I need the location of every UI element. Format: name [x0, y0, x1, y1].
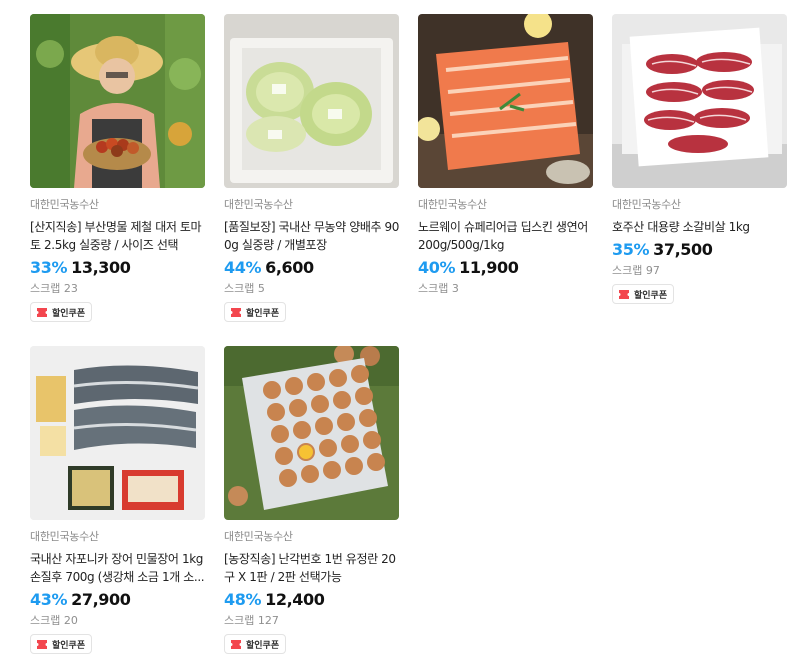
seller-name: 대한민국농수산	[30, 198, 99, 211]
price: 13,300	[71, 258, 131, 277]
coupon-badge[interactable]: 할인쿠폰	[224, 634, 287, 654]
price-row: 43% 27,900	[30, 589, 205, 611]
price: 27,900	[71, 590, 131, 609]
product-card[interactable]: 대한민국농수산 국내산 자포니카 장어 민물장어 1kg 손질후 700g (생…	[30, 346, 205, 654]
coupon-icon	[37, 307, 47, 317]
coupon-label: 할인쿠폰	[246, 308, 280, 319]
coupon-icon	[619, 289, 629, 299]
coupon-icon	[231, 307, 241, 317]
coupon-label: 할인쿠폰	[634, 290, 668, 301]
product-image[interactable]	[30, 14, 205, 188]
price: 37,500	[653, 240, 713, 259]
coupon-badge[interactable]: 할인쿠폰	[30, 302, 93, 322]
scrap-count: 스크랩 5	[224, 282, 265, 295]
coupon-badge[interactable]: 할인쿠폰	[224, 302, 287, 322]
product-title[interactable]: 호주산 대용량 소갈비살 1kg	[612, 218, 787, 236]
product-card[interactable]: 대한민국농수산 호주산 대용량 소갈비살 1kg 35% 37,500 스크랩 9…	[612, 14, 787, 304]
coupon-label: 할인쿠폰	[52, 308, 86, 319]
product-title[interactable]: 국내산 자포니카 장어 민물장어 1kg 손질후 700g (생강채 소금 1개…	[30, 550, 205, 586]
price-row: 48% 12,400	[224, 589, 399, 611]
price-row: 35% 37,500	[612, 239, 787, 261]
product-image[interactable]	[612, 14, 787, 188]
discount-rate: 35%	[612, 240, 650, 259]
product-title[interactable]: 노르웨이 슈페리어급 딥스킨 생연어 200g/500g/1kg	[418, 218, 593, 254]
product-image[interactable]	[224, 346, 399, 520]
price: 6,600	[265, 258, 314, 277]
coupon-label: 할인쿠폰	[246, 640, 280, 651]
product-card[interactable]: 대한민국농수산 [품질보장] 국내산 무농약 양배추 900g 실중량 / 개별…	[224, 14, 399, 322]
product-card[interactable]: 대한민국농수산 [농장직송] 난각번호 1번 유정란 20구 X 1판 / 2판…	[224, 346, 399, 654]
seller-name: 대한민국농수산	[30, 530, 99, 543]
coupon-icon	[231, 639, 241, 649]
scrap-count: 스크랩 127	[224, 614, 279, 627]
product-title[interactable]: [산지직송] 부산명물 제철 대저 토마토 2.5kg 실중량 / 사이즈 선택	[30, 218, 205, 254]
product-title[interactable]: [농장직송] 난각번호 1번 유정란 20구 X 1판 / 2판 선택가능	[224, 550, 399, 586]
product-grid: 대한민국농수산 [산지직송] 부산명물 제철 대저 토마토 2.5kg 실중량 …	[0, 0, 797, 668]
scrap-count: 스크랩 97	[612, 264, 660, 277]
seller-name: 대한민국농수산	[224, 198, 293, 211]
seller-name: 대한민국농수산	[224, 530, 293, 543]
product-title[interactable]: [품질보장] 국내산 무농약 양배추 900g 실중량 / 개별포장	[224, 218, 399, 254]
product-card[interactable]: 대한민국농수산 [산지직송] 부산명물 제철 대저 토마토 2.5kg 실중량 …	[30, 14, 205, 322]
seller-name: 대한민국농수산	[418, 198, 487, 211]
scrap-count: 스크랩 23	[30, 282, 78, 295]
price-row: 40% 11,900	[418, 257, 593, 279]
product-image[interactable]	[224, 14, 399, 188]
discount-rate: 33%	[30, 258, 68, 277]
discount-rate: 43%	[30, 590, 68, 609]
discount-rate: 48%	[224, 590, 262, 609]
product-image[interactable]	[418, 14, 593, 188]
scrap-count: 스크랩 3	[418, 282, 459, 295]
coupon-label: 할인쿠폰	[52, 640, 86, 651]
price: 11,900	[459, 258, 519, 277]
price-row: 44% 6,600	[224, 257, 399, 279]
coupon-icon	[37, 639, 47, 649]
discount-rate: 40%	[418, 258, 456, 277]
product-image[interactable]	[30, 346, 205, 520]
coupon-badge[interactable]: 할인쿠폰	[30, 634, 93, 654]
scrap-count: 스크랩 20	[30, 614, 78, 627]
discount-rate: 44%	[224, 258, 262, 277]
coupon-badge[interactable]: 할인쿠폰	[612, 284, 675, 304]
price: 12,400	[265, 590, 325, 609]
price-row: 33% 13,300	[30, 257, 205, 279]
product-card[interactable]: 대한민국농수산 노르웨이 슈페리어급 딥스킨 생연어 200g/500g/1kg…	[418, 14, 593, 296]
seller-name: 대한민국농수산	[612, 198, 681, 211]
